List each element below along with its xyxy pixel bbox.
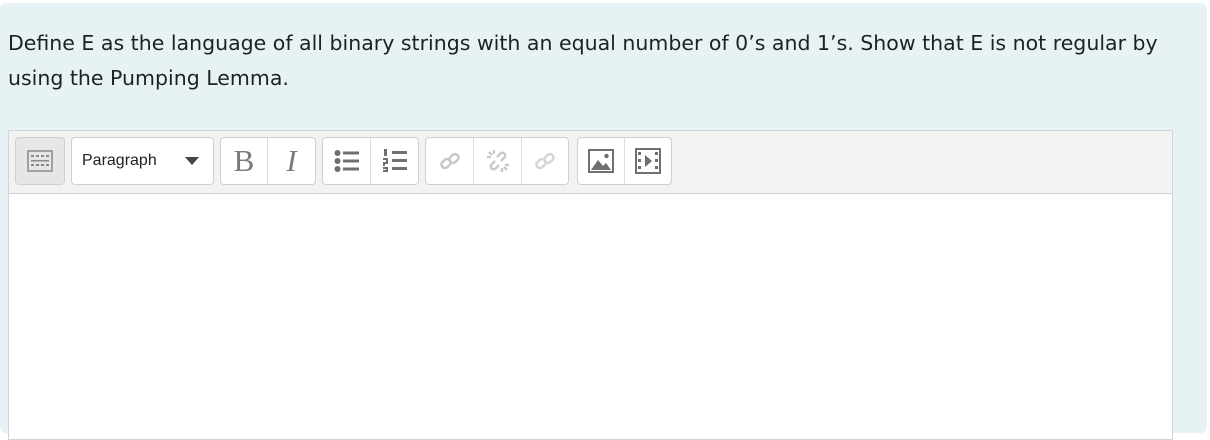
toolbar-toggle-button[interactable] xyxy=(16,138,64,184)
chevron-down-icon xyxy=(184,157,199,165)
toolbar-group-style: B I xyxy=(220,137,316,185)
numbered-list-icon xyxy=(382,149,407,172)
rich-text-editor: Paragraph B I xyxy=(8,130,1173,440)
link-button[interactable] xyxy=(426,138,474,184)
bold-icon: B xyxy=(233,143,255,178)
toolbar-group-media xyxy=(577,137,672,185)
toolbar-group-collapse xyxy=(15,137,65,185)
bullet-list-icon xyxy=(334,150,359,172)
media-icon xyxy=(635,148,661,174)
editor-toolbar: Paragraph B I xyxy=(9,131,1172,194)
format-select-value: Paragraph xyxy=(82,152,157,169)
keyboard-icon xyxy=(27,150,53,172)
link-icon xyxy=(439,152,460,170)
format-select[interactable]: Paragraph xyxy=(71,137,214,185)
insert-image-button[interactable] xyxy=(578,138,625,184)
toolbar-group-links xyxy=(425,137,569,185)
question-card: Define E as the language of all binary s… xyxy=(0,3,1207,440)
image-icon xyxy=(588,149,614,173)
anchor-link-button[interactable] xyxy=(522,138,568,184)
unlink-button[interactable] xyxy=(474,138,522,184)
question-text: Define E as the language of all binary s… xyxy=(8,31,1158,90)
editor-content-area[interactable] xyxy=(9,194,1172,439)
bold-button[interactable]: B xyxy=(221,138,268,184)
toolbar-group-lists xyxy=(322,137,419,185)
anchor-link-icon xyxy=(535,152,555,170)
insert-media-button[interactable] xyxy=(625,138,671,184)
unordered-list-button[interactable] xyxy=(323,138,371,184)
italic-icon: I xyxy=(286,143,297,178)
unlink-icon xyxy=(486,150,509,172)
italic-button[interactable]: I xyxy=(268,138,315,184)
ordered-list-button[interactable] xyxy=(371,138,418,184)
